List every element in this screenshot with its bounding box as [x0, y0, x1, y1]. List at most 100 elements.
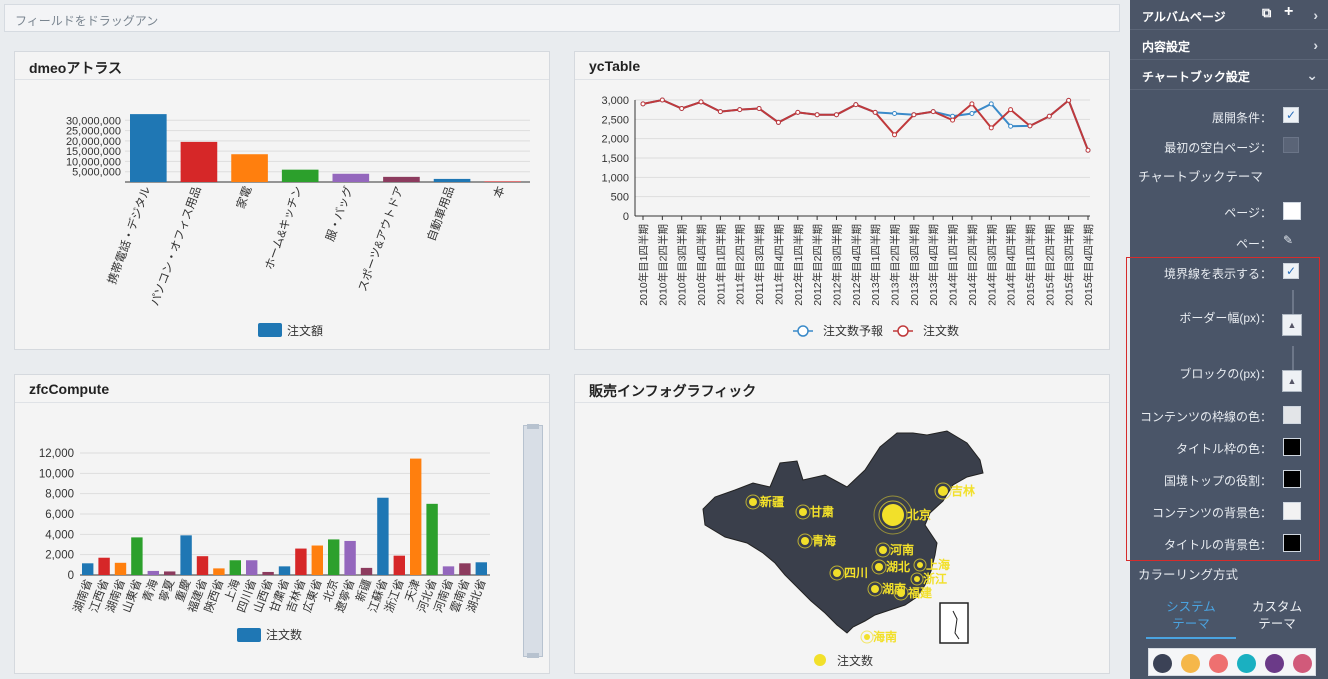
x-tick-label: 2010年目4四半期 [695, 224, 708, 306]
x-tick-label: 2014年目2四半期 [966, 224, 979, 306]
y-tick-label: 1,000 [601, 172, 629, 184]
color-palette[interactable] [1148, 648, 1316, 676]
map-label-hunan: 湖南 [882, 581, 906, 596]
data-point [1008, 123, 1014, 129]
bar-chart-order-amount: 5,000,00010,000,00015,000,00020,000,0002… [66, 114, 530, 338]
data-point [833, 112, 839, 118]
expand-condition-label: 展開条件： [1211, 111, 1272, 125]
coloring-section: カラーリング方式 [1138, 568, 1239, 582]
x-tick-label: 2013年目4四半期 [927, 224, 940, 306]
page-color-label: ページ： [1224, 206, 1272, 220]
map-label-hubei: 湖北 [886, 559, 910, 574]
edit-icon[interactable]: ✎ [1283, 233, 1299, 249]
bar-chart-province-orders: 02,0004,0006,0008,00010,00012,000湖南省江西省湖… [39, 448, 490, 642]
map-label-hainan: 海南 [873, 629, 897, 644]
scroll-handle-bottom[interactable] [527, 653, 539, 658]
data-point [756, 106, 762, 112]
bar [393, 555, 405, 575]
palette-color[interactable] [1293, 654, 1312, 673]
palette-color[interactable] [1209, 654, 1228, 673]
tab-system-theme[interactable]: システム テーマ [1146, 597, 1236, 639]
data-point [892, 132, 898, 138]
map-dot [799, 508, 807, 516]
map-label-zhejiang: 浙江 [923, 571, 947, 586]
bar [131, 537, 143, 575]
chartbook-settings-header[interactable]: チャートブック設定 ⌄ [1130, 60, 1328, 90]
legend-swatch [237, 628, 261, 642]
bar [475, 562, 487, 575]
map-label-xinjiang: 新疆 [760, 494, 784, 509]
x-tick-label: 2011年目1四半期 [714, 224, 727, 305]
bar [459, 563, 471, 575]
bar [278, 566, 291, 575]
copy-icon[interactable]: ⧉ [1262, 5, 1271, 21]
palette-color[interactable] [1153, 654, 1172, 673]
chevron-right-icon[interactable]: › [1313, 7, 1318, 23]
bar [311, 545, 323, 575]
bar [196, 556, 209, 575]
y-tick-label: 25,000,000 [66, 126, 121, 138]
y-tick-label: 2,000 [45, 550, 74, 562]
chevron-right-icon[interactable]: › [1313, 37, 1318, 53]
y-tick-label: 1,500 [601, 153, 629, 165]
x-tick-label: 2012年目4四半期 [850, 224, 863, 306]
map-dot [871, 585, 879, 593]
y-tick-label: 8,000 [45, 489, 74, 501]
zfc-chart-panel[interactable]: zfcCompute 0 2,000 4,000 6,000 8,000 10,000 12… [14, 374, 550, 674]
map-dot [917, 562, 923, 568]
map-dot [749, 498, 757, 506]
x-tick-label: 2015年目4四半期 [1082, 224, 1095, 306]
tab-system-label: システム テーマ [1166, 600, 1216, 631]
y-tick-label: 5,000,000 [72, 167, 121, 179]
content-settings-label: 内容設定 [1142, 40, 1191, 54]
chartbook-settings-label: チャートブック設定 [1142, 70, 1250, 84]
data-point [659, 97, 665, 103]
bar [344, 540, 356, 575]
album-page-header[interactable]: アルバムページ ⧉ + › [1130, 0, 1328, 30]
sales-infographic-panel[interactable]: 販売インフォグラフィック 新疆 甘粛 青海 吉林 北京 河南 四川 湖北 上海 浙江 海南 福建 湖南 … [574, 374, 1110, 674]
yctable-chart-panel[interactable]: ycTable 0 500 1,000 1,500 2,000 2,500 3,000 201… [574, 51, 1110, 350]
palette-color[interactable] [1265, 654, 1284, 673]
map-dot [938, 486, 948, 496]
bar [98, 557, 110, 575]
bar [114, 562, 127, 575]
palette-color[interactable] [1237, 654, 1256, 673]
first-blank-page-checkbox[interactable] [1283, 137, 1299, 153]
data-point [1027, 123, 1033, 129]
y-tick-label: 3,000 [601, 95, 629, 107]
x-tick-label: パソコン・オフィス用品 [148, 185, 203, 308]
selection-highlight [1126, 257, 1320, 561]
field-drop-zone[interactable]: フィールドをドラッグアン [4, 4, 1120, 32]
expand-condition-checkbox[interactable]: ✓ [1283, 107, 1299, 123]
chevron-down-icon[interactable]: ⌄ [1306, 67, 1318, 84]
x-tick-label: 2015年目3四半期 [1063, 224, 1076, 306]
legend-marker [897, 325, 909, 337]
data-point [969, 101, 975, 107]
data-point [950, 117, 956, 123]
data-point [679, 106, 685, 112]
data-point [969, 111, 975, 117]
bar [295, 548, 307, 575]
scroll-handle-top[interactable] [527, 424, 539, 429]
x-tick-label: 2010年目1四半期 [637, 224, 650, 306]
content-settings-header[interactable]: 内容設定 › [1130, 30, 1328, 60]
map-dot [833, 569, 841, 577]
data-point [930, 109, 936, 115]
palette-color[interactable] [1181, 654, 1200, 673]
first-blank-page-row: 最初の空白ページ： [1130, 132, 1328, 160]
legend-label: 注文数 [266, 627, 302, 642]
x-tick-label: 2012年目3四半期 [830, 224, 843, 306]
bar [82, 563, 94, 575]
dmeo-chart-panel[interactable]: dmeoアトラス 5,000,000 10,000,000 15,000,000 20… [14, 51, 550, 350]
y-tick-label: 10,000,000 [66, 156, 121, 168]
plus-icon[interactable]: + [1284, 3, 1293, 21]
legend-label: 注文額 [287, 323, 323, 338]
tab-custom-label: カスタム テーマ [1251, 600, 1302, 631]
zoom-scrollbar[interactable] [523, 424, 543, 658]
bar [180, 535, 192, 575]
x-tick-label: 2013年目3四半期 [908, 224, 921, 306]
page-color-swatch[interactable] [1283, 202, 1301, 220]
bar [332, 173, 370, 182]
data-point [853, 102, 859, 108]
tab-custom-theme[interactable]: カスタム テーマ [1232, 597, 1322, 639]
